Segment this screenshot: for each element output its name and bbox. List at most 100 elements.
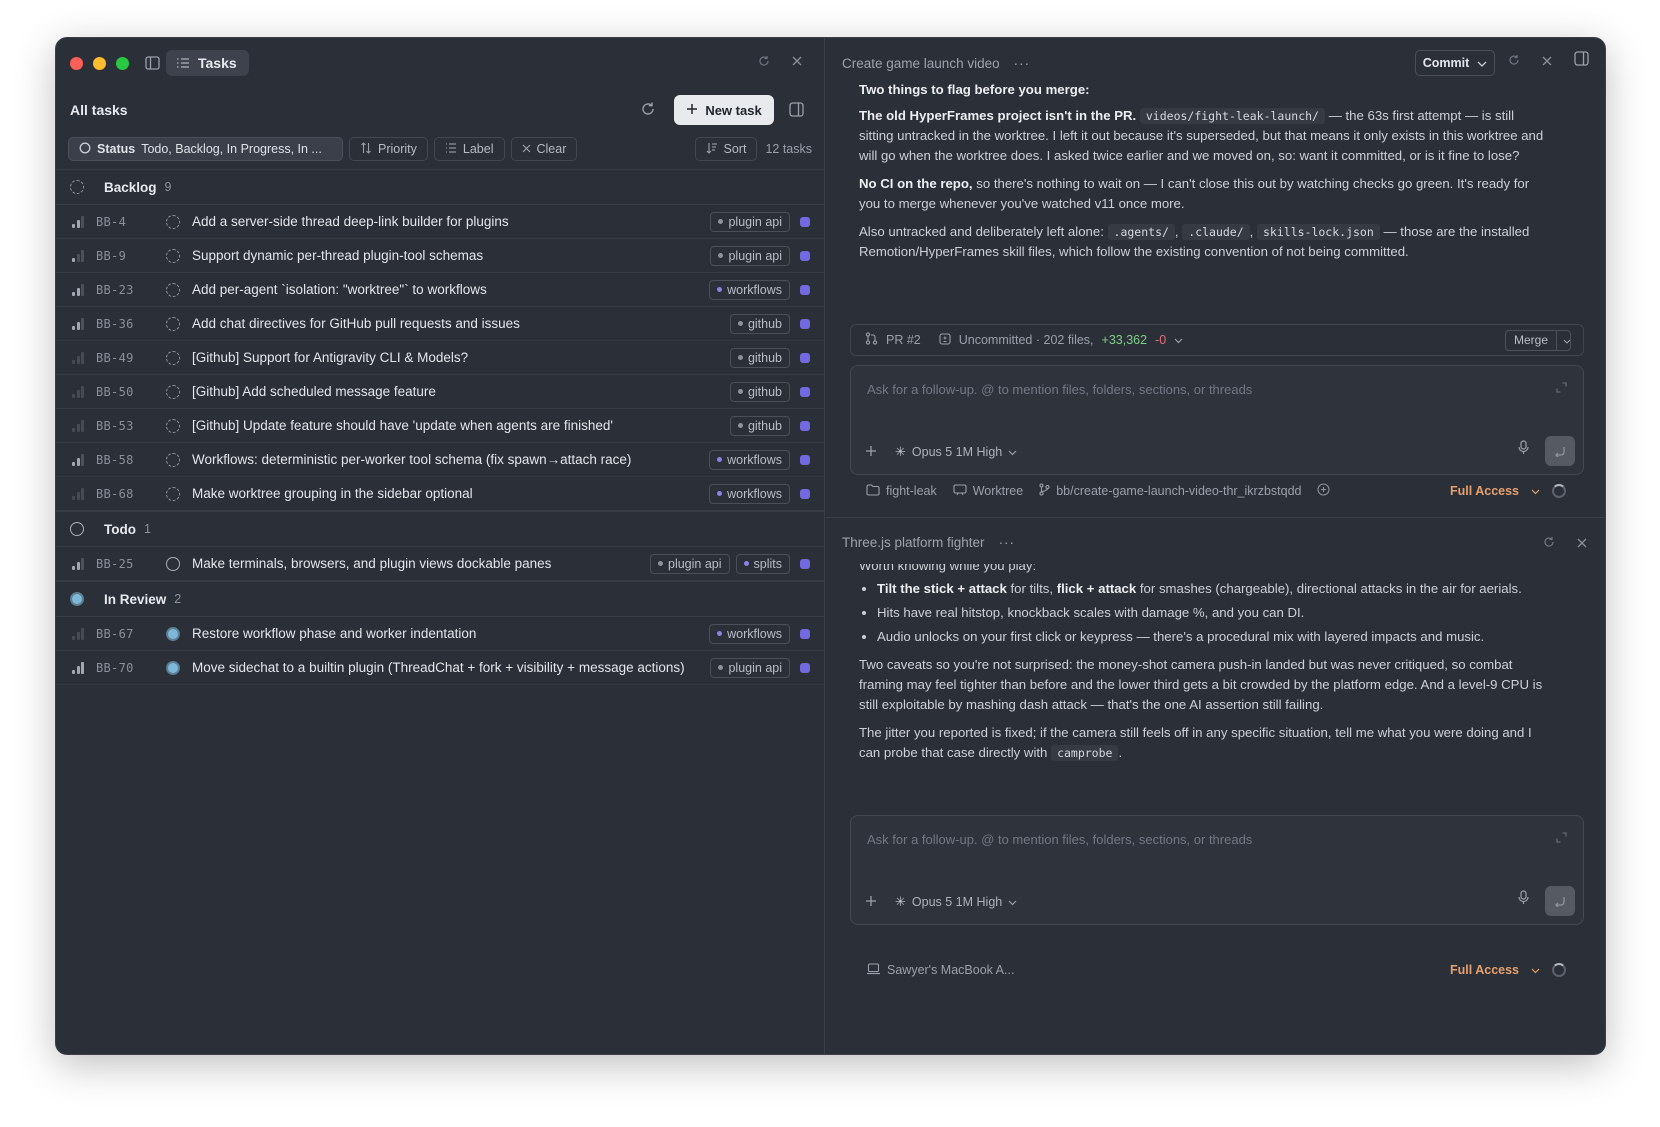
backlog-status-icon[interactable] — [166, 316, 180, 331]
todo-status-icon[interactable] — [166, 556, 180, 571]
clear-filters-chip[interactable]: Clear — [510, 137, 578, 161]
table-row[interactable]: BB-23 Add per-agent `isolation: "worktre… — [56, 273, 824, 307]
branch-item[interactable]: bb/create-game-launch-video-thr_ikrzbstq… — [1039, 483, 1301, 499]
tag-chip[interactable]: github — [729, 347, 790, 368]
backlog-status-icon[interactable] — [166, 350, 180, 365]
thread-header: Three.js platform fighter ··· — [826, 520, 1605, 564]
close-window-button[interactable] — [70, 56, 83, 70]
table-row[interactable]: BB-53 [Github] Update feature should hav… — [56, 409, 824, 443]
backlog-status-icon[interactable] — [166, 486, 180, 501]
pane-divider[interactable] — [826, 517, 1605, 518]
tag-chip[interactable]: github — [729, 415, 790, 436]
backlog-status-icon[interactable] — [166, 452, 180, 467]
backlog-status-icon[interactable] — [166, 418, 180, 433]
table-row[interactable]: BB-36 Add chat directives for GitHub pul… — [56, 307, 824, 341]
table-row[interactable]: BB-50 [Github] Add scheduled message fea… — [56, 375, 824, 409]
expand-icon[interactable] — [1556, 382, 1567, 396]
status-filter-chip[interactable]: Status Todo, Backlog, In Progress, In ..… — [68, 137, 343, 161]
list-item: Hits have real hitstop, knockback scales… — [877, 603, 1549, 623]
group-header-todo[interactable]: Todo 1 — [56, 511, 824, 547]
tag-chip[interactable]: plugin api — [710, 211, 790, 232]
tag-chip[interactable]: plugin api — [650, 553, 730, 574]
split-panel-icon[interactable] — [1574, 51, 1589, 69]
table-row[interactable]: BB-67 Restore workflow phase and worker … — [56, 617, 824, 651]
table-row[interactable]: BB-68 Make worktree grouping in the side… — [56, 477, 824, 511]
folder-item[interactable]: fight-leak — [866, 483, 937, 499]
refresh-icon[interactable] — [640, 101, 656, 117]
tag-chip[interactable]: workflows — [709, 449, 790, 470]
tag-chip[interactable]: plugin api — [710, 245, 790, 266]
close-pane-icon[interactable] — [1542, 54, 1552, 69]
task-id: BB-67 — [96, 626, 134, 641]
table-row[interactable]: BB-25 Make terminals, browsers, and plug… — [56, 547, 824, 581]
sort-chip[interactable]: Sort — [694, 137, 758, 161]
access-selector[interactable]: Full Access — [1450, 484, 1566, 498]
new-task-button[interactable]: New task — [674, 95, 774, 125]
tag-chip[interactable]: workflows — [709, 623, 790, 644]
tag-chip[interactable]: plugin api — [710, 657, 790, 678]
tasks-tab[interactable]: Tasks — [166, 50, 249, 76]
tag-chip[interactable]: workflows — [709, 483, 790, 504]
label-filter-chip[interactable]: Label — [433, 137, 505, 161]
group-count: 2 — [174, 592, 182, 606]
refresh-pane-icon[interactable] — [1543, 536, 1555, 551]
group-header-backlog[interactable]: Backlog 9 — [56, 169, 824, 205]
panel-layout-icon[interactable] — [789, 102, 804, 117]
more-icon[interactable]: ··· — [999, 535, 1016, 550]
add-circle-icon[interactable] — [1317, 483, 1331, 499]
backlog-status-icon[interactable] — [166, 384, 180, 399]
table-row[interactable]: BB-70 Move sidechat to a builtin plugin … — [56, 651, 824, 685]
worktree-item[interactable]: Worktree — [953, 483, 1023, 499]
send-button[interactable] — [1545, 886, 1575, 916]
add-attachment-icon[interactable] — [865, 895, 877, 910]
group-header-in-review[interactable]: In Review 2 — [56, 581, 824, 617]
table-row[interactable]: BB-58 Workflows: deterministic per-worke… — [56, 443, 824, 477]
more-icon[interactable]: ··· — [1014, 56, 1031, 71]
backlog-status-icon[interactable] — [166, 214, 180, 229]
send-button[interactable] — [1545, 436, 1575, 466]
thread-title[interactable]: Three.js platform fighter — [842, 535, 985, 550]
table-row[interactable]: BB-4 Add a server-side thread deep-link … — [56, 205, 824, 239]
backlog-status-icon[interactable] — [166, 282, 180, 297]
access-selector[interactable]: Full Access — [1450, 963, 1566, 977]
model-selector[interactable]: ✳ Opus 5 1M High — [895, 894, 1017, 910]
sidebar-toggle-icon[interactable] — [145, 56, 160, 70]
pr-link[interactable]: PR #2 — [886, 333, 921, 347]
microphone-icon[interactable] — [1518, 440, 1529, 458]
in-review-status-icon[interactable] — [166, 626, 180, 641]
close-pane-icon[interactable] — [1577, 536, 1587, 551]
add-attachment-icon[interactable] — [865, 445, 877, 460]
chevron-down-icon[interactable] — [1174, 333, 1183, 347]
chevron-down-icon[interactable] — [1557, 331, 1577, 350]
close-pane-icon[interactable] — [792, 55, 802, 67]
task-title: [Github] Add scheduled message feature — [192, 384, 436, 399]
tag-chip[interactable]: github — [729, 313, 790, 334]
priority-filter-chip[interactable]: Priority — [349, 137, 428, 161]
refresh-pane-icon[interactable] — [758, 55, 770, 67]
uncommitted-summary[interactable]: Uncommitted · 202 files, — [959, 333, 1094, 347]
message-bold: No CI on the repo, — [859, 176, 973, 191]
backlog-status-icon[interactable] — [166, 248, 180, 263]
zoom-window-button[interactable] — [116, 56, 129, 70]
device-label: Sawyer's MacBook A... — [887, 963, 1015, 977]
table-row[interactable]: BB-49 [Github] Support for Antigravity C… — [56, 341, 824, 375]
tag-chip[interactable]: github — [729, 381, 790, 402]
device-item[interactable]: Sawyer's MacBook A... — [866, 962, 1015, 978]
task-id: BB-36 — [96, 316, 134, 331]
in-review-status-icon[interactable] — [166, 660, 180, 675]
merge-button[interactable]: Merge — [1505, 330, 1571, 351]
table-row[interactable]: BB-9 Support dynamic per-thread plugin-t… — [56, 239, 824, 273]
model-selector[interactable]: ✳ Opus 5 1M High — [895, 444, 1017, 460]
refresh-pane-icon[interactable] — [1508, 54, 1520, 69]
microphone-icon[interactable] — [1518, 890, 1529, 908]
filter-bar: Status Todo, Backlog, In Progress, In ..… — [68, 135, 812, 163]
tag-chip[interactable]: workflows — [709, 279, 790, 300]
follow-up-input[interactable]: Ask for a follow-up. @ to mention files,… — [867, 382, 1252, 397]
commit-button[interactable]: Commit — [1415, 50, 1495, 76]
follow-up-input[interactable]: Ask for a follow-up. @ to mention files,… — [867, 832, 1252, 847]
tag-chip[interactable]: splits — [735, 553, 790, 574]
expand-icon[interactable] — [1556, 832, 1567, 846]
minimize-window-button[interactable] — [93, 56, 106, 70]
todo-status-icon — [70, 522, 84, 536]
thread-title[interactable]: Create game launch video — [842, 56, 1000, 71]
